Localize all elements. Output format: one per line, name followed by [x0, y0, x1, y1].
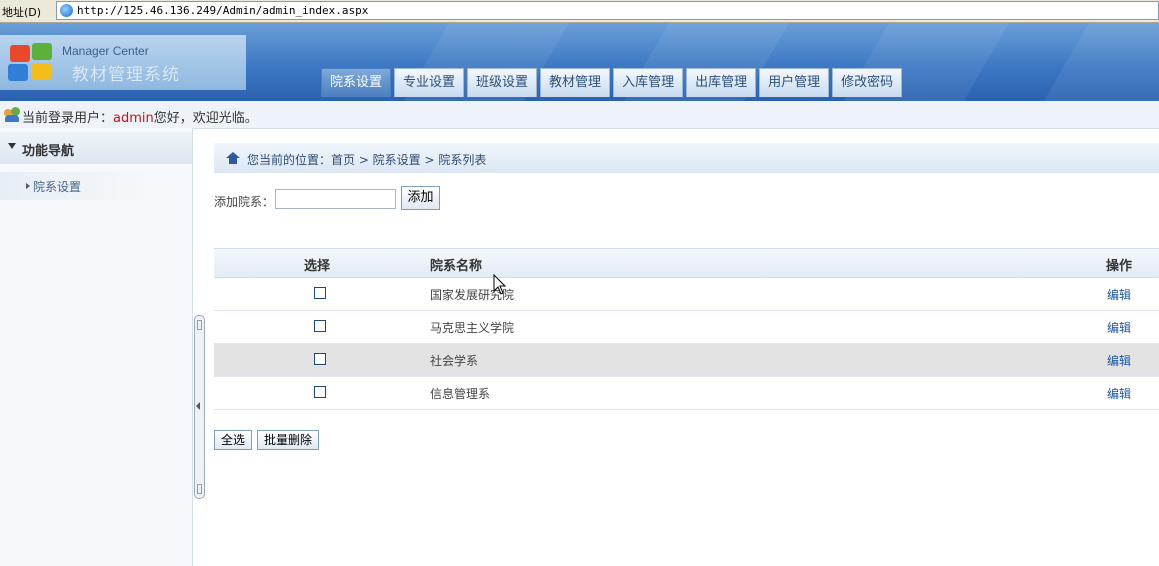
add-department-label: 添加院系：: [214, 195, 275, 209]
header-decoration: [1019, 23, 1159, 101]
edit-link[interactable]: 编辑: [1107, 385, 1131, 402]
row-checkbox[interactable]: [314, 386, 326, 398]
department-table: 选择 院系名称 操作 国家发展研究院 编辑 马克思主义学院 编辑 社会学系 编辑…: [214, 248, 1159, 410]
table-header-row: 选择 院系名称 操作: [214, 248, 1159, 278]
sidebar-heading-label: 功能导航: [22, 144, 75, 159]
sidebar: 功能导航 院系设置: [0, 128, 193, 566]
table-row: 社会学系 编辑: [214, 344, 1159, 377]
add-department-input[interactable]: [275, 189, 396, 209]
address-url[interactable]: http://125.46.136.249/Admin/admin_index.…: [77, 4, 368, 17]
logo-chinese-text: 教材管理系统: [72, 65, 180, 85]
table-row: 信息管理系 编辑: [214, 377, 1159, 410]
login-info: 当前登录用户：admin您好，欢迎光临。: [22, 107, 258, 126]
login-suffix: 您好，欢迎光临。: [153, 111, 258, 126]
address-label: 地址(D): [2, 6, 42, 19]
tab-major-settings[interactable]: 专业设置: [394, 68, 465, 97]
edit-link[interactable]: 编辑: [1107, 319, 1131, 336]
department-name: 马克思主义学院: [430, 321, 515, 335]
tab-class-settings[interactable]: 班级设置: [467, 68, 538, 97]
tab-user-management[interactable]: 用户管理: [759, 68, 830, 97]
sidebar-item-department-settings[interactable]: 院系设置: [0, 172, 150, 200]
breadcrumb: 您当前的位置：首页 > 院系设置 > 院系列表: [214, 143, 1159, 173]
tab-stock-in-management[interactable]: 入库管理: [613, 68, 684, 97]
tab-textbook-management[interactable]: 教材管理: [540, 68, 611, 97]
row-checkbox[interactable]: [314, 287, 326, 299]
table-row: 马克思主义学院 编辑: [214, 311, 1159, 344]
user-bar: 当前登录用户：admin您好，欢迎光临。: [0, 101, 1159, 129]
sidebar-item-label: 院系设置: [33, 180, 82, 194]
batch-delete-button[interactable]: 批量删除: [257, 430, 320, 450]
logo: Manager Center 教材管理系统: [0, 35, 246, 90]
splitter-grip: [197, 320, 202, 330]
row-checkbox[interactable]: [314, 353, 326, 365]
department-name: 社会学系: [430, 354, 479, 368]
address-bar: 地址(D) http://125.46.136.249/Admin/admin_…: [0, 0, 1159, 23]
edit-link[interactable]: 编辑: [1107, 352, 1131, 369]
select-all-button[interactable]: 全选: [214, 430, 253, 450]
users-icon: [4, 107, 20, 122]
sidebar-splitter[interactable]: [194, 315, 205, 499]
ie-globe-icon: [60, 4, 73, 17]
header-banner: Manager Center 教材管理系统 院系设置 专业设置 班级设置 教材管…: [0, 23, 1159, 101]
splitter-grip: [197, 484, 202, 494]
collapse-arrow-icon: [196, 402, 200, 410]
edit-link[interactable]: 编辑: [1107, 286, 1131, 303]
add-button[interactable]: 添加: [401, 186, 440, 210]
tab-department-settings[interactable]: 院系设置: [321, 68, 392, 97]
sidebar-heading[interactable]: 功能导航: [0, 132, 192, 164]
table-row: 国家发展研究院 编辑: [214, 278, 1159, 311]
department-name: 信息管理系: [430, 387, 491, 401]
bulk-actions: 全选 批量删除: [214, 430, 320, 450]
main-nav: 院系设置 专业设置 班级设置 教材管理 入库管理 出库管理 用户管理 修改密码: [321, 68, 903, 97]
logo-english-text: Manager Center: [62, 44, 149, 58]
address-input[interactable]: http://125.46.136.249/Admin/admin_index.…: [56, 1, 1159, 20]
tab-stock-out-management[interactable]: 出库管理: [686, 68, 757, 97]
breadcrumb-text: 您当前的位置：首页 > 院系设置 > 院系列表: [247, 153, 487, 167]
windows-logo-icon: [8, 43, 54, 83]
header-action: 操作: [1106, 259, 1133, 274]
arrow-right-icon: [26, 183, 30, 189]
login-prefix: 当前登录用户：: [22, 111, 114, 126]
header-select: 选择: [304, 259, 331, 274]
tab-change-password[interactable]: 修改密码: [832, 68, 903, 97]
username: admin: [113, 111, 154, 126]
row-checkbox[interactable]: [314, 320, 326, 332]
header-department-name: 院系名称: [430, 259, 483, 274]
triangle-down-icon: [8, 143, 16, 149]
home-icon: [226, 152, 240, 164]
